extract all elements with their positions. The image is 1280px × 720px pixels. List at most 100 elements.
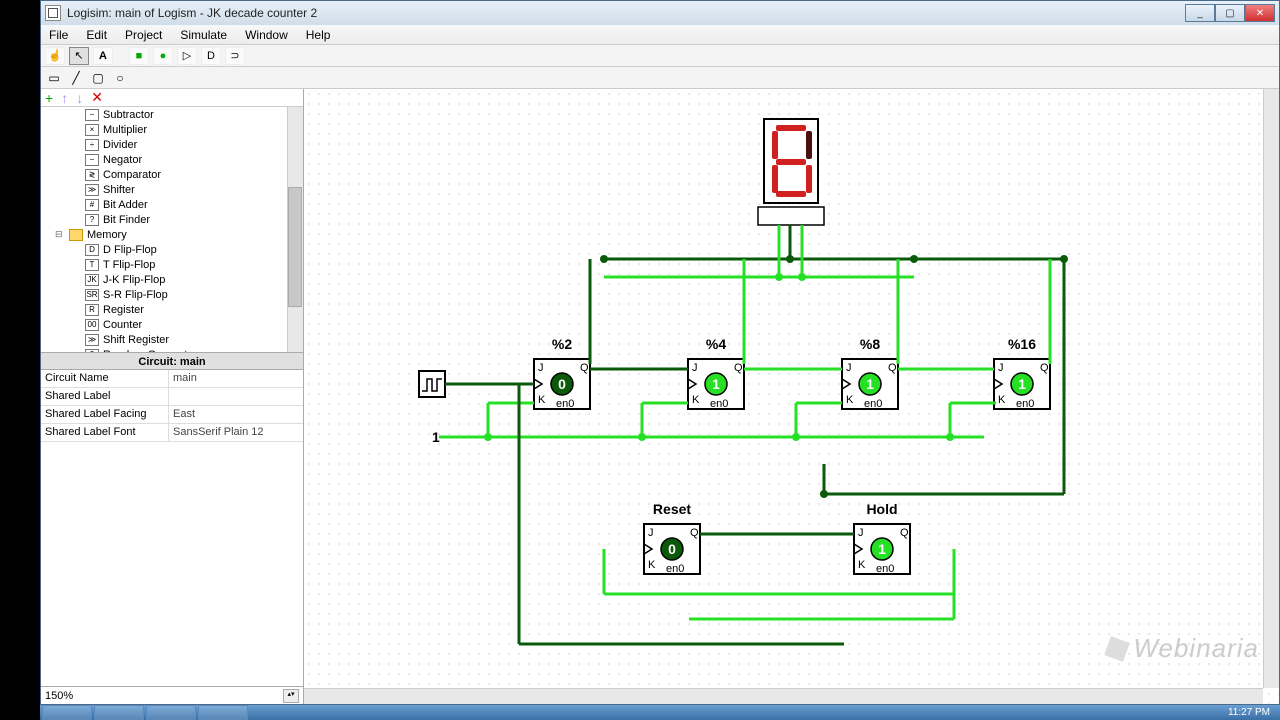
tree-item[interactable]: TT Flip-Flop (41, 257, 303, 272)
component-icon: D (85, 244, 99, 256)
tree-item[interactable]: ÷Divider (41, 137, 303, 152)
tree-item[interactable]: SRS-R Flip-Flop (41, 287, 303, 302)
and-gate-tool[interactable]: D (201, 47, 221, 65)
taskbar-item[interactable] (198, 705, 248, 720)
tree-category-memory[interactable]: ⊟Memory (41, 227, 303, 242)
move-down-icon[interactable]: ↓ (76, 90, 83, 106)
tree-label: Negator (103, 154, 142, 166)
tree-scrollbar[interactable] (287, 107, 303, 352)
output-pin-tool[interactable]: ● (153, 47, 173, 65)
svg-text:J: J (538, 362, 544, 374)
tree-label: Divider (103, 139, 137, 151)
tree-label: T Flip-Flop (103, 259, 155, 271)
close-button[interactable]: ✕ (1245, 4, 1275, 22)
toolbar-draw: ▭ ╱ ▢ ○ (41, 67, 1279, 89)
tree-item[interactable]: ≫Shift Register (41, 332, 303, 347)
tree-item[interactable]: ×Multiplier (41, 122, 303, 137)
component-tree[interactable]: −Subtractor×Multiplier÷Divider−Negator≷C… (41, 107, 303, 352)
start-button[interactable] (42, 705, 92, 720)
canvas-vscroll[interactable] (1263, 89, 1279, 688)
zoom-value[interactable]: 150% (45, 690, 73, 702)
svg-text:K: K (858, 559, 866, 571)
folder-icon (69, 229, 83, 241)
svg-text:%4: %4 (706, 336, 726, 352)
svg-text:en0: en0 (876, 563, 894, 575)
svg-text:Q: Q (900, 527, 909, 539)
circuit-canvas[interactable]: %20JKQen0%41JKQen0%81JKQen0%161JKQen0Res… (304, 89, 1279, 704)
tree-item[interactable]: JKJ-K Flip-Flop (41, 272, 303, 287)
or-gate-tool[interactable]: ⊃ (225, 47, 245, 65)
component-icon: ? (85, 349, 99, 352)
taskbar-clock[interactable]: 11:27 PM (1228, 707, 1280, 718)
tree-item[interactable]: #Bit Adder (41, 197, 303, 212)
menu-file[interactable]: File (45, 26, 72, 44)
svg-text:1: 1 (712, 376, 720, 392)
svg-text:Q: Q (1040, 362, 1049, 374)
draw-line-icon[interactable]: ╱ (67, 70, 85, 86)
svg-text:1: 1 (866, 376, 874, 392)
tree-label: Subtractor (103, 109, 154, 121)
menu-window[interactable]: Window (241, 26, 292, 44)
not-gate-tool[interactable]: ▷ (177, 47, 197, 65)
property-row[interactable]: Shared Label FontSansSerif Plain 12 (41, 424, 303, 442)
component-icon: × (85, 124, 99, 136)
menu-help[interactable]: Help (302, 26, 335, 44)
menu-edit[interactable]: Edit (82, 26, 111, 44)
component-icon: 00 (85, 319, 99, 331)
svg-text:J: J (692, 362, 698, 374)
component-icon: ≫ (85, 334, 99, 346)
svg-text:K: K (538, 394, 546, 406)
component-icon: ≫ (85, 184, 99, 196)
poke-tool[interactable]: ☝ (45, 47, 65, 65)
maximize-button[interactable]: ▢ (1215, 4, 1245, 22)
zoom-spinner[interactable]: ▴▾ (283, 689, 299, 703)
property-row[interactable]: Shared Label (41, 388, 303, 406)
svg-text:J: J (648, 527, 654, 539)
tree-label: Random Generator (103, 349, 197, 352)
taskbar-item[interactable] (94, 705, 144, 720)
window-title: Logisim: main of Logism - JK decade coun… (67, 6, 317, 20)
tree-item[interactable]: ≫Shifter (41, 182, 303, 197)
move-up-icon[interactable]: ↑ (61, 90, 68, 106)
svg-text:1: 1 (432, 429, 440, 445)
tree-item[interactable]: −Negator (41, 152, 303, 167)
minimize-button[interactable]: _ (1185, 4, 1215, 22)
svg-text:%8: %8 (860, 336, 880, 352)
toolbar-main: ☝ ↖ A ■ ● ▷ D ⊃ (41, 45, 1279, 67)
select-tool[interactable]: ↖ (69, 47, 89, 65)
taskbar[interactable]: 11:27 PM (40, 705, 1280, 720)
tree-item[interactable]: DD Flip-Flop (41, 242, 303, 257)
menu-simulate[interactable]: Simulate (176, 26, 231, 44)
tree-item[interactable]: −Subtractor (41, 107, 303, 122)
watermark-icon (1105, 636, 1131, 662)
add-circuit-icon[interactable]: + (45, 90, 53, 106)
property-row[interactable]: Circuit Namemain (41, 370, 303, 388)
delete-icon[interactable]: ✕ (91, 89, 103, 106)
menu-bar: File Edit Project Simulate Window Help (41, 25, 1279, 45)
svg-text:K: K (692, 394, 700, 406)
tree-item[interactable]: RRegister (41, 302, 303, 317)
property-row[interactable]: Shared Label FacingEast (41, 406, 303, 424)
input-pin-tool[interactable]: ■ (129, 47, 149, 65)
tree-item[interactable]: ? Random Generator (41, 347, 303, 352)
svg-text:Q: Q (690, 527, 699, 539)
tree-item[interactable]: ?Bit Finder (41, 212, 303, 227)
component-icon: ≷ (85, 169, 99, 181)
svg-text:K: K (846, 394, 854, 406)
canvas-hscroll[interactable] (304, 688, 1263, 704)
component-icon: # (85, 199, 99, 211)
tree-item[interactable]: ≷Comparator (41, 167, 303, 182)
svg-text:0: 0 (668, 541, 676, 557)
draw-rect-icon[interactable]: ▢ (89, 70, 107, 86)
properties-title: Circuit: main (41, 352, 303, 370)
draw-oval-icon[interactable]: ○ (111, 70, 129, 86)
svg-text:Q: Q (888, 362, 897, 374)
svg-text:en0: en0 (710, 398, 728, 410)
svg-text:%2: %2 (552, 336, 572, 352)
taskbar-item[interactable] (146, 705, 196, 720)
draw-select-icon[interactable]: ▭ (45, 70, 63, 86)
menu-project[interactable]: Project (121, 26, 166, 44)
svg-text:en0: en0 (666, 563, 684, 575)
tree-item[interactable]: 00Counter (41, 317, 303, 332)
text-tool[interactable]: A (93, 47, 113, 65)
